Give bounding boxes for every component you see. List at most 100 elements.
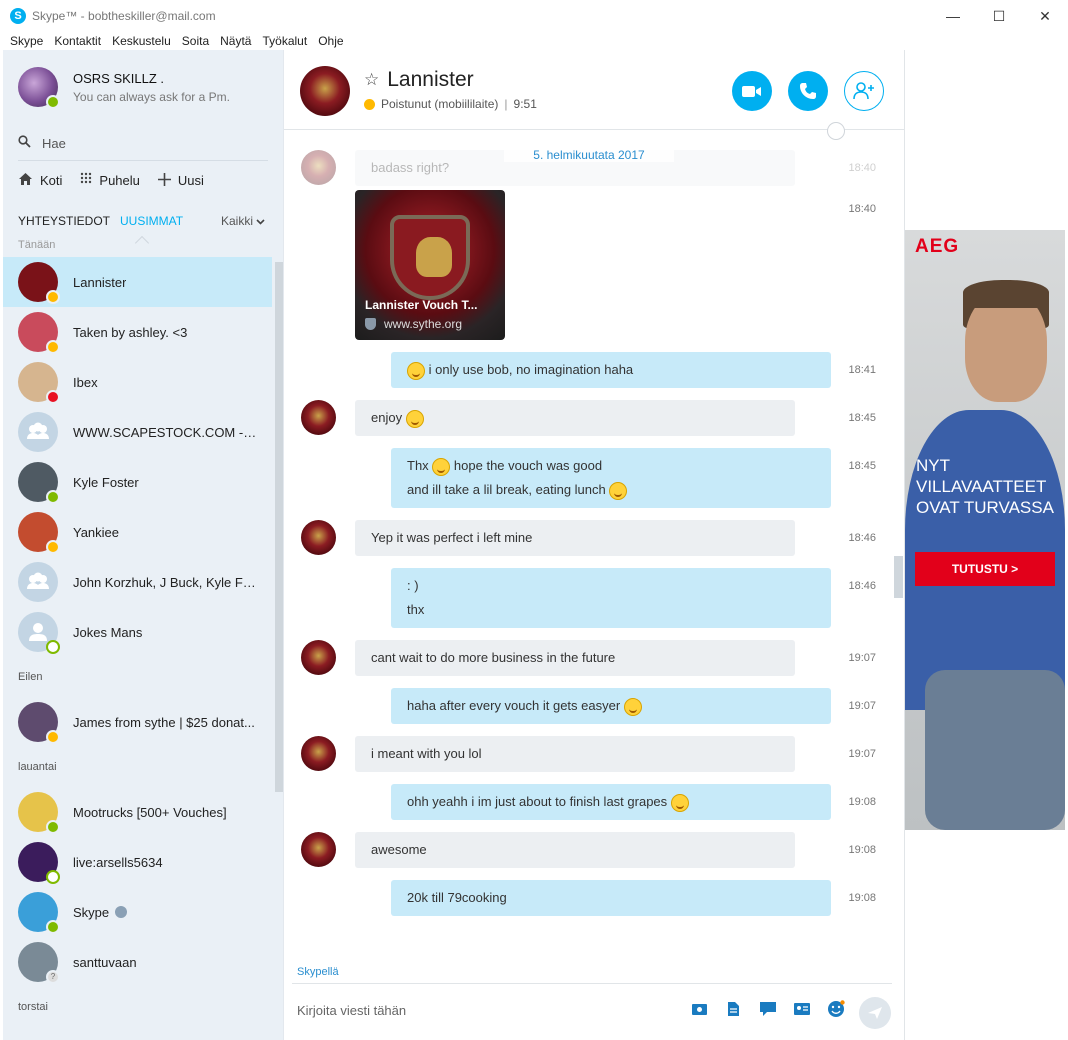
close-button[interactable]: ✕	[1022, 0, 1068, 32]
menu-kontaktit[interactable]: Kontaktit	[54, 32, 101, 50]
message-avatar[interactable]	[301, 400, 336, 435]
outgoing-message[interactable]: : ) thx	[391, 568, 831, 628]
contact-name: Lannister	[73, 274, 127, 290]
contact-item[interactable]: Skype	[3, 887, 283, 937]
add-person-icon	[853, 82, 874, 100]
filter-dropdown-label: Kaikki	[221, 214, 254, 228]
smile-emoticon-icon	[670, 793, 689, 812]
contact-item[interactable]: John Korzhuk, J Buck, Kyle Fos...	[3, 557, 283, 607]
outgoing-message[interactable]: haha after every vouch it gets easyer	[391, 688, 831, 724]
menu-tyokalut[interactable]: Työkalut	[262, 32, 307, 50]
contact-name: Taken by ashley. <3	[73, 324, 188, 340]
message-time: 18:45	[848, 460, 876, 472]
ad-cta-button[interactable]: TUTUSTU >	[915, 552, 1055, 586]
menu-soita[interactable]: Soita	[182, 32, 209, 50]
message-text: Yep it was perfect i left mine	[371, 530, 533, 545]
title-bar: S Skype™ - bobtheskiller@mail.com — ☐ ✕	[0, 0, 1068, 32]
profile-mood[interactable]: You can always ask for a Pm.	[73, 90, 230, 104]
online-status-icon	[46, 920, 60, 934]
outgoing-message[interactable]: 20k till 79cooking	[391, 880, 831, 916]
video-call-button[interactable]	[732, 71, 772, 111]
maximize-button[interactable]: ☐	[976, 0, 1022, 32]
menu-keskustelu[interactable]: Keskustelu	[112, 32, 171, 50]
tab-recent[interactable]: UUSIMMAT	[120, 214, 183, 228]
contact-avatar	[18, 362, 60, 404]
ad-headline-line-3: OVAT TURVASSA	[916, 498, 1054, 517]
contact-avatar	[18, 612, 60, 654]
message-input[interactable]: Kirjoita viesti tähän	[297, 1003, 406, 1018]
favorite-star-icon[interactable]: ☆	[364, 70, 379, 90]
date-separator: 5. helmikuutata 2017	[504, 148, 674, 162]
home-label: Koti	[40, 173, 63, 188]
contact-item[interactable]: Kyle Foster	[3, 457, 283, 507]
filter-dropdown[interactable]: Kaikki	[221, 214, 265, 228]
ad-model-jeans	[925, 670, 1065, 830]
call-button[interactable]: Puhelu	[80, 172, 140, 189]
globe-icon[interactable]	[827, 122, 845, 140]
message-text: ohh yeahh i im just about to finish last…	[407, 794, 668, 809]
contact-name: WWW.SCAPESTOCK.COM -RS...	[73, 424, 263, 440]
tab-contacts[interactable]: YHTEYSTIEDOT	[18, 214, 110, 228]
contact-item[interactable]: WWW.SCAPESTOCK.COM -RS...	[3, 407, 283, 457]
send-button[interactable]	[859, 997, 891, 1029]
message-avatar	[301, 150, 336, 185]
contact-item[interactable]: live:arsells5634	[3, 837, 283, 887]
dnd-status-icon	[46, 390, 60, 404]
menu-skype[interactable]: Skype	[10, 32, 43, 50]
new-label: Uusi	[177, 173, 204, 188]
incoming-message[interactable]: awesome	[355, 832, 795, 868]
profile-avatar[interactable]	[18, 67, 60, 109]
contact-item[interactable]: Jokes Mans	[3, 607, 283, 657]
message-avatar[interactable]	[301, 832, 336, 867]
outgoing-message[interactable]: Thx hope the vouch was good and ill take …	[391, 448, 831, 508]
message-time: 19:08	[848, 892, 876, 904]
minimize-button[interactable]: —	[930, 0, 976, 32]
send-image-icon[interactable]	[690, 1000, 709, 1018]
chat-local-time: 9:51	[513, 97, 537, 111]
contact-item[interactable]: James from sythe | $25 donat...	[3, 697, 283, 747]
contact-item[interactable]: Taken by ashley. <3	[3, 307, 283, 357]
search-label: Hae	[42, 135, 66, 151]
message-avatar[interactable]	[301, 520, 336, 555]
section-thursday: torstai	[18, 1001, 48, 1013]
contact-item[interactable]: ? santtuvaan	[3, 937, 283, 987]
incoming-message[interactable]: cant wait to do more business in the fut…	[355, 640, 795, 676]
sidebar-scrollbar[interactable]	[275, 262, 283, 792]
chat-title[interactable]: Lannister	[387, 68, 473, 92]
menu-nayta[interactable]: Näytä	[220, 32, 251, 50]
contact-item[interactable]: Ibex	[3, 357, 283, 407]
menu-ohje[interactable]: Ohje	[318, 32, 343, 50]
contact-item[interactable]: Yankiee	[3, 507, 283, 557]
send-file-icon[interactable]	[724, 1000, 743, 1018]
outgoing-message[interactable]: ohh yeahh i im just about to finish last…	[391, 784, 831, 820]
incoming-message[interactable]: Yep it was perfect i left mine	[355, 520, 795, 556]
away-clock-icon	[364, 98, 375, 110]
add-participant-button[interactable]	[844, 71, 884, 111]
profile[interactable]: OSRS SKILLZ . You can always ask for a P…	[18, 67, 230, 109]
link-preview-card[interactable]: Lannister Vouch T... www.sythe.org	[355, 190, 505, 340]
message-avatar[interactable]	[301, 736, 336, 771]
contact-name: santtuvaan	[73, 954, 137, 970]
audio-call-button[interactable]	[788, 71, 828, 111]
away-status-icon	[46, 290, 60, 304]
chat-avatar[interactable]	[300, 66, 350, 116]
section-yesterday: Eilen	[18, 671, 43, 683]
advertisement[interactable]: AEG NYT VILLAVAATTEET OVAT TURVASSA TUTU…	[905, 230, 1065, 830]
home-button[interactable]: Koti	[18, 172, 62, 189]
chat-scrollbar[interactable]	[894, 556, 903, 598]
contact-card-icon[interactable]	[792, 1000, 811, 1018]
via-skype-label[interactable]: Skypellä	[297, 966, 339, 978]
contact-item[interactable]: Lannister	[3, 257, 272, 307]
emoticon-icon[interactable]	[826, 1000, 845, 1018]
incoming-message[interactable]: enjoy	[355, 400, 795, 436]
incoming-message[interactable]: i meant with you lol	[355, 736, 795, 772]
video-message-icon[interactable]	[758, 1000, 777, 1018]
new-button[interactable]: Uusi	[157, 172, 204, 189]
message-text: i only use bob, no imagination haha	[428, 362, 634, 377]
message-avatar[interactable]	[301, 640, 336, 675]
contact-item[interactable]: Mootrucks [500+ Vouches]	[3, 787, 283, 837]
outgoing-message[interactable]: i only use bob, no imagination haha	[391, 352, 831, 388]
search-box[interactable]: Hae	[18, 126, 268, 161]
smile-emoticon-icon	[405, 409, 424, 428]
away-status-icon	[46, 540, 60, 554]
